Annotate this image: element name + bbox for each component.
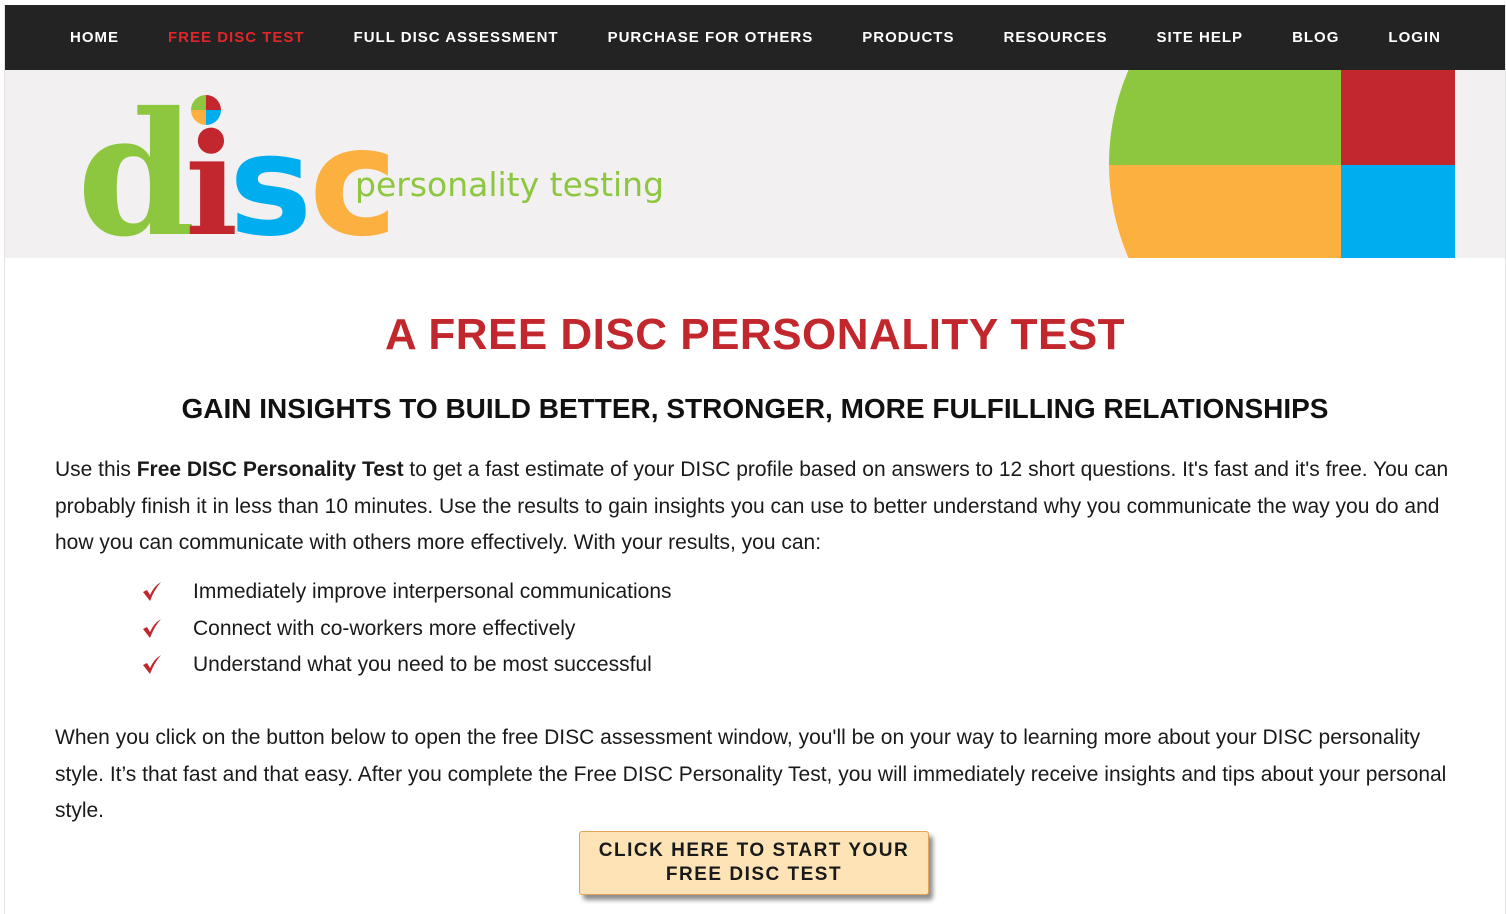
intro-paragraph: Use this Free DISC Personality Test to g… xyxy=(55,452,1455,562)
header-banner: d i s c personality testing xyxy=(5,70,1505,258)
nav-site-help[interactable]: SITE HELP xyxy=(1157,29,1244,46)
benefit-text: Immediately improve interpersonal commun… xyxy=(193,580,672,604)
nav-full-disc-assessment[interactable]: FULL DISC ASSESSMENT xyxy=(354,29,559,46)
checkmark-icon xyxy=(143,618,161,638)
checkmark-icon xyxy=(143,655,161,675)
list-item: Understand what you need to be most succ… xyxy=(141,647,672,684)
page-subtitle: GAIN INSIGHTS TO BUILD BETTER, STRONGER,… xyxy=(181,393,1329,424)
logo-letter-d: d xyxy=(77,84,196,254)
nav-products[interactable]: PRODUCTS xyxy=(862,29,954,46)
nav-blog[interactable]: BLOG xyxy=(1292,29,1339,46)
page-title: A FREE DISC PERSONALITY TEST xyxy=(384,310,1126,359)
outro-paragraph: When you click on the button below to op… xyxy=(55,726,1447,822)
benefit-text: Connect with co-workers more effectively xyxy=(193,616,576,640)
start-free-test-button[interactable]: CLICK HERE TO START YOUR FREE DISC TEST xyxy=(579,831,929,895)
benefit-list: Immediately improve interpersonal commun… xyxy=(141,574,672,684)
logo-tagline: personality testing xyxy=(355,165,664,204)
benefit-text: Understand what you need to be most succ… xyxy=(193,653,652,677)
cta-line-2: FREE DISC TEST xyxy=(665,864,843,885)
top-navigation: HOME FREE DISC TEST FULL DISC ASSESSMENT… xyxy=(5,5,1505,70)
disc-logo[interactable]: d i s c personality testing xyxy=(77,84,677,254)
nav-free-disc-test[interactable]: FREE DISC TEST xyxy=(168,29,305,46)
intro-bold: Free DISC Personality Test xyxy=(136,458,404,481)
pie-dot-icon xyxy=(191,95,221,125)
cta-line-1: CLICK HERE TO START YOUR xyxy=(598,840,910,861)
list-item: Connect with co-workers more effectively xyxy=(141,611,672,648)
nav-login[interactable]: LOGIN xyxy=(1388,29,1441,46)
logo-letter-s: s xyxy=(229,105,312,254)
nav-resources[interactable]: RESOURCES xyxy=(1003,29,1107,46)
intro-prefix: Use this xyxy=(55,458,137,481)
list-item: Immediately improve interpersonal commun… xyxy=(141,574,672,611)
page-frame: HOME FREE DISC TEST FULL DISC ASSESSMENT… xyxy=(4,5,1506,914)
disc-color-block xyxy=(1109,70,1455,258)
checkmark-icon xyxy=(143,582,161,602)
nav-purchase-for-others[interactable]: PURCHASE FOR OTHERS xyxy=(608,29,814,46)
nav-home[interactable]: HOME xyxy=(70,29,119,46)
